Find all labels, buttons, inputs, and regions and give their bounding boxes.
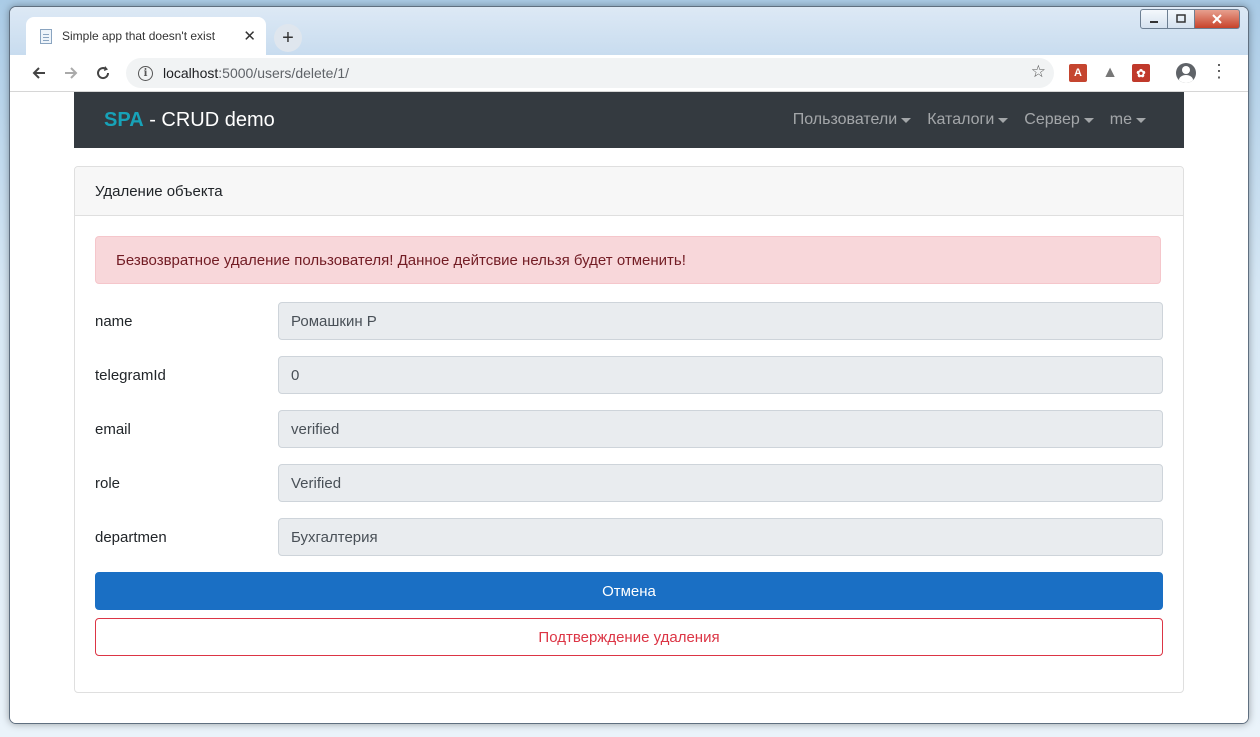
minimize-icon	[1150, 21, 1158, 23]
minimize-button[interactable]	[1140, 9, 1168, 29]
confirm-delete-button[interactable]: Подтверждение удаления	[95, 618, 1163, 656]
form-row-role: role	[95, 464, 1163, 502]
site-info-icon[interactable]: i	[138, 65, 153, 81]
forward-button[interactable]	[59, 61, 83, 85]
app-navbar: SPA - CRUD demo Пользователи Каталоги Се…	[74, 92, 1184, 148]
field-label: role	[95, 474, 121, 492]
tab-title: Simple app that doesn't exist	[62, 29, 216, 43]
form-row-name: name	[95, 302, 1163, 340]
brand-logo[interactable]: SPA - CRUD demo	[104, 109, 275, 132]
field-label: departmen	[95, 528, 167, 546]
name-field[interactable]	[278, 302, 1163, 340]
caret-down-icon	[901, 117, 912, 123]
profile-avatar-icon[interactable]	[1176, 63, 1196, 83]
page-viewport: SPA - CRUD demo Пользователи Каталоги Се…	[10, 92, 1248, 723]
delete-card: Удаление объекта Безвозвратное удаление …	[74, 166, 1184, 693]
reload-icon	[97, 66, 110, 80]
new-tab-button[interactable]: +	[274, 24, 302, 52]
nav-menu: Пользователи Каталоги Сервер me	[777, 111, 1146, 129]
bookmark-star-icon[interactable]: ☆	[1031, 62, 1046, 82]
nav-item-label: Пользователи	[792, 111, 898, 128]
cancel-button[interactable]: Отмена	[95, 572, 1163, 610]
window-close-button[interactable]	[1195, 9, 1240, 29]
reload-button[interactable]	[91, 61, 115, 85]
nav-item-catalogs[interactable]: Каталоги	[927, 111, 1009, 129]
nav-item-me[interactable]: me	[1110, 111, 1146, 129]
url-text: localhost:5000/users/delete/1/	[163, 65, 349, 81]
role-field[interactable]	[278, 464, 1163, 502]
brand-rest: - CRUD demo	[143, 108, 275, 131]
url-host: localhost	[163, 65, 219, 81]
field-label: telegramId	[95, 366, 166, 384]
nav-item-users[interactable]: Пользователи	[792, 111, 912, 129]
nav-item-label: Каталоги	[927, 111, 995, 128]
form-row-department: departmen	[95, 518, 1163, 556]
caret-down-icon	[1136, 117, 1146, 123]
browser-menu-icon[interactable]: ⋮	[1210, 61, 1228, 82]
window-controls	[1140, 9, 1240, 29]
browser-toolbar: i localhost:5000/users/delete/1/ ☆ A ▲ ✿…	[10, 55, 1248, 92]
browser-tab[interactable]: Simple app that doesn't exist ✕	[26, 17, 266, 55]
nav-item-label: Сервер	[1024, 111, 1080, 128]
brand-spa: SPA	[104, 108, 144, 131]
back-button[interactable]	[27, 61, 51, 85]
address-bar[interactable]: i localhost:5000/users/delete/1/ ☆	[126, 58, 1054, 88]
department-field[interactable]	[278, 518, 1163, 556]
card-header: Удаление объекта	[75, 167, 1183, 216]
nav-item-server[interactable]: Сервер	[1024, 111, 1094, 129]
url-path: :5000/users/delete/1/	[218, 65, 350, 81]
drive-extension-icon[interactable]: ▲	[1101, 64, 1119, 82]
nav-item-label: me	[1109, 111, 1132, 128]
maximize-button[interactable]	[1168, 9, 1195, 29]
page-favicon-icon	[40, 28, 52, 44]
window-close-icon	[1212, 14, 1222, 24]
form-row-telegramid: telegramId	[95, 356, 1163, 394]
danger-alert: Безвозвратное удаление пользователя! Дан…	[95, 236, 1161, 284]
tab-close-icon[interactable]: ✕	[243, 27, 256, 45]
field-label: email	[95, 420, 131, 438]
extension-icon[interactable]: ✿	[1132, 64, 1150, 82]
pdf-extension-icon[interactable]: A	[1069, 64, 1087, 82]
caret-down-icon	[1083, 117, 1094, 123]
browser-window: Simple app that doesn't exist ✕ + i loca…	[9, 6, 1249, 724]
forward-arrow-icon	[65, 67, 78, 79]
title-bar: Simple app that doesn't exist ✕ +	[10, 7, 1248, 55]
caret-down-icon	[998, 117, 1009, 123]
telegramid-field[interactable]	[278, 356, 1163, 394]
email-field[interactable]	[278, 410, 1163, 448]
field-label: name	[95, 312, 133, 330]
maximize-icon	[1176, 14, 1186, 23]
back-arrow-icon	[32, 67, 45, 79]
form-row-email: email	[95, 410, 1163, 448]
